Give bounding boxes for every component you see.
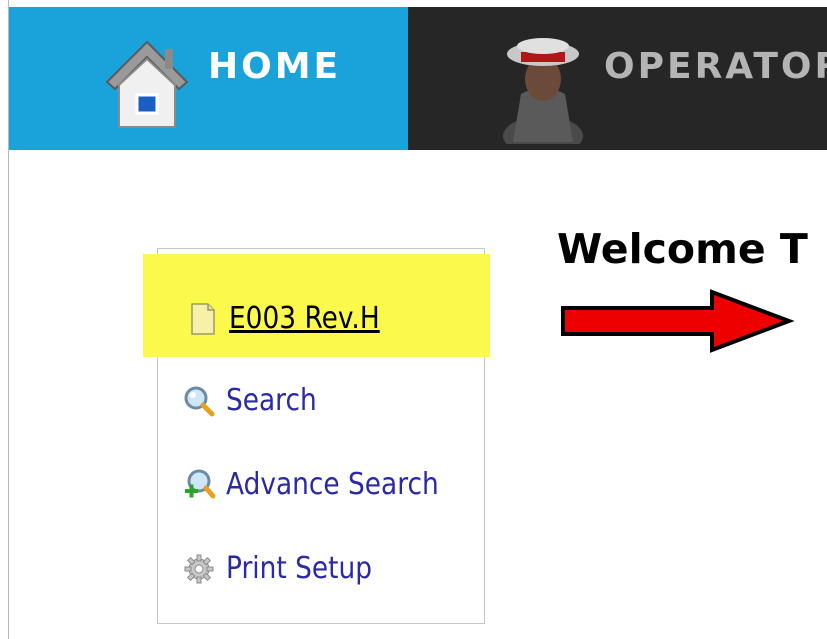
search-icon	[184, 386, 215, 416]
top-margin	[0, 0, 827, 7]
welcome-heading: Welcome T	[557, 225, 808, 273]
menu-item-print-setup[interactable]: Print Setup	[182, 551, 392, 586]
house-icon	[105, 40, 189, 128]
menu-item-label: Print Setup	[226, 551, 372, 586]
operator-avatar-icon	[503, 38, 583, 144]
top-navbar: HOME OPERATOR	[9, 7, 827, 150]
page: HOME OPERATOR Welcome T E003 Rev.H Searc…	[0, 0, 827, 639]
nav-operator-label: OPERATOR	[604, 46, 827, 87]
left-border	[0, 0, 9, 639]
nav-tab-home[interactable]: HOME	[9, 7, 408, 150]
menu-item-search[interactable]: Search	[182, 383, 329, 418]
gear-icon	[184, 554, 214, 583]
menu-item-label: Advance Search	[226, 467, 439, 502]
advance-search-icon	[185, 469, 216, 498]
menu-item-label: Search	[226, 383, 317, 418]
nav-tab-operator[interactable]: OPERATOR	[408, 7, 827, 150]
nav-home-label: HOME	[208, 46, 342, 87]
menu-item-document[interactable]: E003 Rev.H	[185, 301, 400, 336]
menu-item-label: E003 Rev.H	[229, 301, 380, 336]
document-icon	[191, 302, 215, 335]
menu-item-advance-search[interactable]: Advance Search	[182, 467, 468, 502]
arrow-right-icon	[561, 289, 795, 353]
